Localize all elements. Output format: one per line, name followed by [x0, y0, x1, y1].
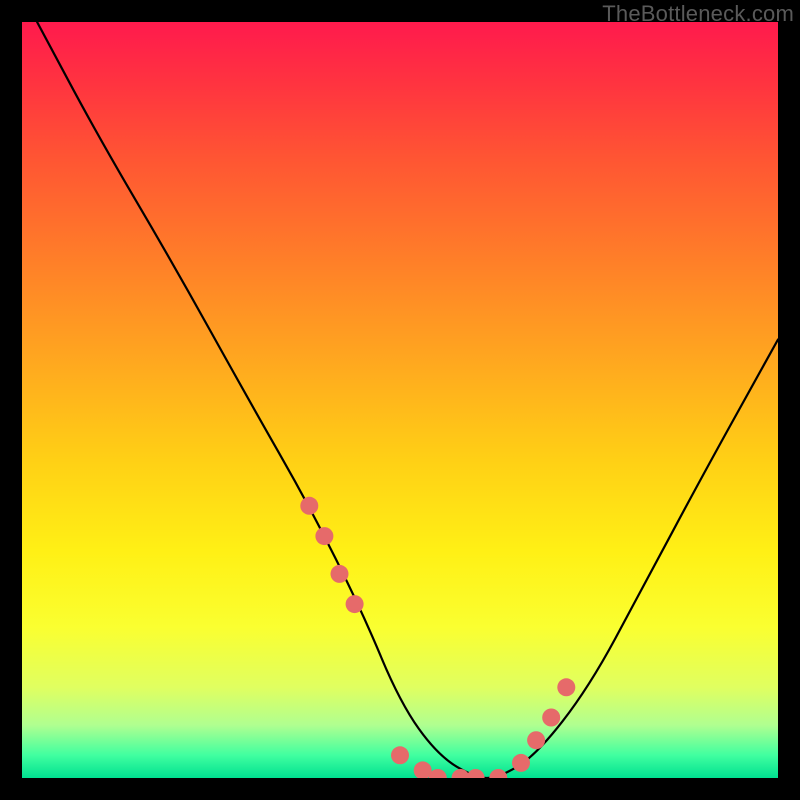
marker-dot	[542, 709, 560, 727]
marker-dot	[467, 769, 485, 778]
marker-dot	[512, 754, 530, 772]
chart-plot-area	[22, 22, 778, 778]
highlighted-points	[300, 497, 575, 778]
marker-dot	[331, 565, 349, 583]
marker-dot	[557, 678, 575, 696]
marker-dot	[300, 497, 318, 515]
marker-dot	[391, 746, 409, 764]
marker-dot	[489, 769, 507, 778]
marker-dot	[315, 527, 333, 545]
marker-dot	[527, 731, 545, 749]
marker-dot	[414, 761, 432, 778]
marker-dot	[346, 595, 364, 613]
watermark-text: TheBottleneck.com	[602, 1, 794, 27]
bottleneck-curve	[22, 22, 778, 778]
